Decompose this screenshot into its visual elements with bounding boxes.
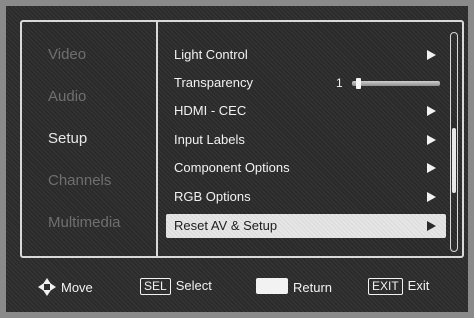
item-component-options[interactable]: Component Options bbox=[166, 156, 446, 180]
four-way-arrow-icon bbox=[38, 278, 56, 296]
help-exit: EXIT Exit bbox=[368, 278, 429, 295]
transparency-value: 1 bbox=[336, 76, 343, 90]
submenu-arrow-icon bbox=[427, 221, 436, 231]
item-label: Transparency bbox=[174, 75, 253, 90]
tv-osd-frame: Video Audio Setup Channels Multimedia Li… bbox=[0, 0, 474, 318]
transparency-slider[interactable] bbox=[352, 78, 440, 89]
help-bar: Move SEL Select Return EXIT Exit bbox=[20, 264, 464, 310]
setup-menu: Video Audio Setup Channels Multimedia Li… bbox=[20, 20, 464, 258]
item-reset-av-setup[interactable]: Reset AV & Setup bbox=[166, 214, 446, 238]
category-list: Video Audio Setup Channels Multimedia bbox=[22, 22, 156, 256]
category-channels[interactable]: Channels bbox=[48, 172, 111, 189]
scrollbar-thumb[interactable] bbox=[452, 128, 456, 193]
item-input-labels[interactable]: Input Labels bbox=[166, 128, 446, 152]
menu-scrollbar[interactable] bbox=[450, 32, 458, 252]
item-hdmi-cec[interactable]: HDMI - CEC bbox=[166, 99, 446, 123]
submenu-arrow-icon bbox=[427, 163, 436, 173]
blank-key-icon bbox=[256, 278, 288, 294]
select-label: Select bbox=[175, 278, 212, 293]
move-label: Move bbox=[61, 280, 93, 295]
help-return: Return bbox=[256, 278, 332, 295]
category-video[interactable]: Video bbox=[48, 46, 86, 63]
item-light-control[interactable]: Light Control bbox=[166, 43, 446, 67]
item-label: HDMI - CEC bbox=[174, 103, 247, 118]
category-multimedia[interactable]: Multimedia bbox=[48, 214, 121, 231]
sel-key: SEL bbox=[140, 278, 171, 295]
submenu-arrow-icon bbox=[427, 106, 436, 116]
submenu-arrow-icon bbox=[427, 135, 436, 145]
item-label: RGB Options bbox=[174, 189, 251, 204]
return-label: Return bbox=[293, 280, 333, 295]
help-select: SEL Select bbox=[140, 278, 212, 295]
category-audio[interactable]: Audio bbox=[48, 88, 86, 105]
exit-key: EXIT bbox=[368, 278, 403, 295]
item-rgb-options[interactable]: RGB Options bbox=[166, 185, 446, 209]
item-label: Component Options bbox=[174, 160, 290, 175]
item-label: Light Control bbox=[174, 47, 248, 62]
submenu-arrow-icon bbox=[427, 192, 436, 202]
category-setup[interactable]: Setup bbox=[48, 130, 87, 147]
item-label: Reset AV & Setup bbox=[174, 218, 278, 233]
submenu-arrow-icon bbox=[427, 50, 436, 60]
slider-knob[interactable] bbox=[356, 78, 361, 89]
item-transparency[interactable]: Transparency 1 bbox=[166, 71, 446, 95]
setup-item-list: Light Control Transparency 1 HDMI - CEC … bbox=[158, 22, 462, 256]
item-label: Input Labels bbox=[174, 132, 245, 147]
help-move: Move bbox=[38, 278, 93, 296]
exit-label: Exit bbox=[407, 278, 430, 293]
